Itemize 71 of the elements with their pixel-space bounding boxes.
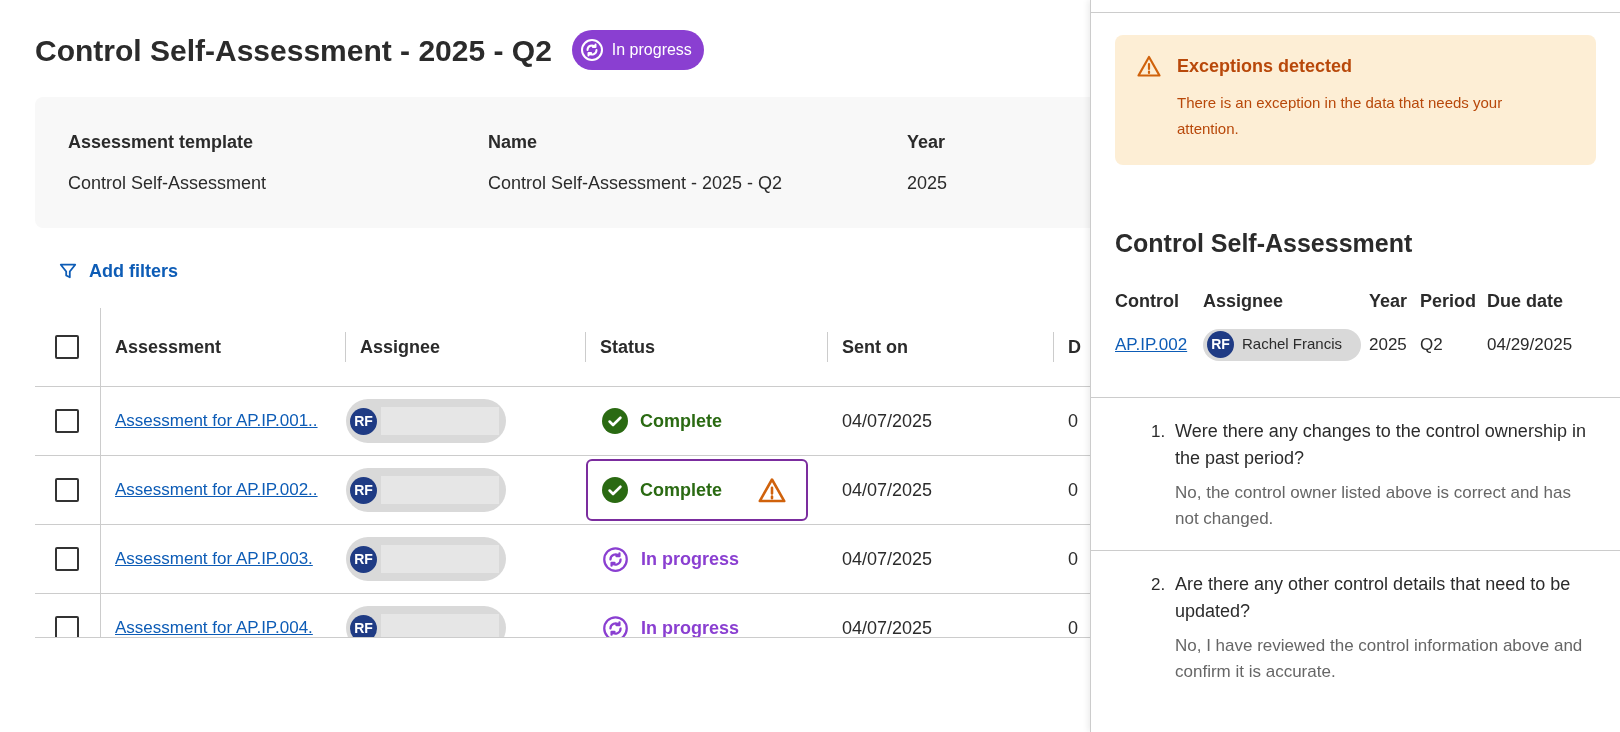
answer-text: No, I have reviewed the control information above and confirm it is accurate. bbox=[1175, 634, 1584, 683]
summary-value: Control Self-Assessment - 2025 - Q2 bbox=[488, 172, 784, 195]
avatar: RF bbox=[1207, 331, 1234, 358]
status-label: In progress bbox=[641, 547, 740, 571]
sync-icon bbox=[602, 614, 629, 637]
alert-title: Exceptions detected bbox=[1177, 55, 1354, 78]
assessment-link[interactable]: Assessment for AP.IP.001.. bbox=[115, 411, 318, 431]
table-cell: 0 bbox=[1068, 410, 1078, 431]
sent-date: 04/07/2025 bbox=[842, 410, 933, 431]
summary-value: Control Self-Assessment bbox=[68, 172, 268, 195]
status-label: Complete bbox=[640, 409, 722, 433]
summary-label: Year bbox=[907, 131, 947, 154]
checkbox[interactable] bbox=[55, 616, 79, 637]
checkbox[interactable] bbox=[55, 335, 79, 359]
sync-icon bbox=[579, 38, 604, 62]
question-text: Were there any changes to the control ownership in the past period? bbox=[1175, 419, 1587, 470]
status-label: Complete bbox=[640, 478, 722, 502]
column-header: Assessment bbox=[115, 335, 222, 359]
summary-value: 2025 bbox=[907, 172, 949, 195]
question-number: 1. bbox=[1151, 420, 1167, 443]
question-number: 2. bbox=[1151, 573, 1167, 596]
avatar: RF bbox=[350, 476, 377, 504]
status-cell[interactable]: In progress bbox=[586, 597, 808, 637]
column-header: Status bbox=[600, 335, 655, 359]
check-circle-icon bbox=[602, 408, 628, 434]
column-header: D bbox=[1068, 335, 1081, 359]
status-badge: In progress bbox=[571, 30, 704, 70]
assessment-link[interactable]: Assessment for AP.IP.003. bbox=[115, 549, 313, 569]
sent-date: 04/07/2025 bbox=[842, 617, 933, 637]
filter-icon bbox=[59, 262, 77, 280]
table-cell: 0 bbox=[1068, 479, 1078, 500]
year-value: 2025 bbox=[1369, 333, 1408, 356]
column-header: Due date bbox=[1487, 289, 1565, 313]
sent-date: 04/07/2025 bbox=[842, 479, 933, 500]
add-filters-button[interactable]: Add filters bbox=[59, 250, 178, 292]
avatar: RF bbox=[350, 545, 377, 573]
status-cell[interactable]: Complete bbox=[586, 459, 808, 521]
alert-message: There is an exception in the data that needs your attention. bbox=[1177, 93, 1504, 139]
panel-heading: Control Self-Assessment bbox=[1114, 228, 1414, 259]
table-cell: 0 bbox=[1068, 617, 1078, 637]
answer-text: No, the control owner listed above is correct and has not changed. bbox=[1175, 481, 1572, 530]
due-date: 04/29/2025 bbox=[1487, 333, 1574, 356]
assessment-link[interactable]: Assessment for AP.IP.002.. bbox=[115, 480, 318, 500]
assignee-chip: RF Rachel Francis bbox=[1203, 328, 1361, 361]
warning-icon bbox=[758, 477, 786, 503]
column-header: Assignee bbox=[1203, 289, 1285, 313]
status-cell[interactable]: Complete bbox=[586, 390, 808, 452]
column-header: Assignee bbox=[360, 335, 441, 359]
checkbox[interactable] bbox=[55, 409, 79, 433]
summary-label: Assessment template bbox=[68, 131, 255, 154]
avatar: RF bbox=[350, 407, 377, 435]
sync-icon bbox=[602, 545, 629, 573]
check-circle-icon bbox=[602, 477, 628, 503]
avatar: RF bbox=[350, 614, 377, 637]
column-header: Control bbox=[1115, 289, 1180, 313]
column-header: Sent on bbox=[842, 335, 908, 359]
checkbox[interactable] bbox=[55, 478, 79, 502]
warning-icon bbox=[1137, 55, 1161, 77]
question-text: Are there any other control details that need to be updated? bbox=[1175, 572, 1572, 623]
control-link[interactable]: AP.IP.002 bbox=[1115, 331, 1203, 358]
checkbox[interactable] bbox=[55, 547, 79, 571]
status-cell[interactable]: In progress bbox=[586, 528, 808, 590]
page-title: Control Self-Assessment - 2025 - Q2 bbox=[35, 32, 552, 69]
sent-date: 04/07/2025 bbox=[842, 548, 933, 569]
column-header: Period bbox=[1420, 289, 1477, 313]
assessment-link[interactable]: Assessment for AP.IP.004. bbox=[115, 618, 313, 637]
status-label: In progress bbox=[641, 616, 740, 637]
period-value: Q2 bbox=[1420, 333, 1444, 356]
summary-label: Name bbox=[488, 131, 539, 154]
column-header: Year bbox=[1369, 289, 1409, 313]
table-cell: 0 bbox=[1068, 548, 1078, 569]
